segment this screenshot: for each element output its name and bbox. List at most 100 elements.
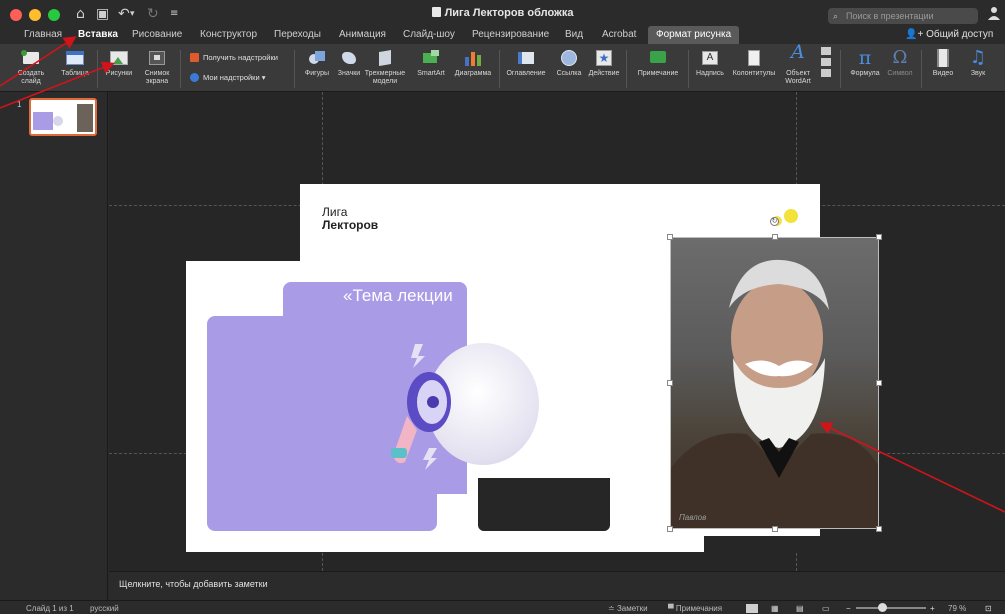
rotate-handle-icon[interactable]: ↻ [770, 217, 779, 226]
tab-draw[interactable]: Рисование [124, 26, 190, 44]
yellow-sticker [784, 209, 798, 223]
icons-label: Значки [337, 70, 361, 77]
notes-toggle[interactable]: ≐ Заметки [608, 604, 648, 613]
tab-slideshow[interactable]: Слайд-шоу [395, 26, 463, 44]
slide-editor: Лига Лекторов «Тема лекции Павлов ↻ [109, 92, 1005, 571]
get-addins-button[interactable]: Получить надстройки [190, 53, 278, 62]
new-slide-button[interactable]: Создать слайд [12, 48, 50, 86]
zoom-in-button[interactable]: + [930, 604, 935, 613]
resize-handle-se[interactable] [876, 526, 882, 532]
wordart-button[interactable]: A Объект WordArt [780, 43, 816, 86]
chart-button[interactable]: Диаграмма [451, 48, 495, 78]
tab-insert[interactable]: Вставка [70, 26, 126, 44]
comments-toggle[interactable]: ▀ Примечания [668, 604, 722, 613]
smartart-button[interactable]: SmartArt [412, 48, 450, 78]
smartart-icon [421, 48, 441, 68]
photo-signature: Павлов [679, 513, 707, 522]
zoom-out-button[interactable]: − [846, 604, 851, 613]
tab-review[interactable]: Рецензирование [464, 26, 557, 44]
resize-handle-ne[interactable] [876, 234, 882, 240]
share-button[interactable]: 👤+ Общий доступ [905, 26, 993, 44]
tab-view[interactable]: Вид [557, 26, 591, 44]
tab-design[interactable]: Конструктор [192, 26, 265, 44]
textbox-label: Надпись [696, 70, 724, 77]
3d-models-button[interactable]: Трехмерные модели [364, 48, 406, 86]
audio-button[interactable]: ♫ Звук [963, 48, 993, 78]
table-of-contents-button[interactable]: Оглавление [504, 48, 548, 78]
chart-label: Диаграмма [454, 70, 492, 77]
reading-view-button[interactable]: ▤ [796, 604, 804, 613]
slide-thumbnails-pane: 1 [0, 92, 108, 600]
smartart-label: SmartArt [417, 70, 445, 77]
object-icon [821, 69, 831, 77]
thumb-circle [53, 116, 63, 126]
ribbon-separator [180, 50, 181, 88]
search-input[interactable]: ⌕ Поиск в презентации [828, 8, 978, 24]
resize-handle-n[interactable] [772, 234, 778, 240]
lecture-topic-title[interactable]: «Тема лекции [343, 286, 467, 306]
icons-button[interactable]: Значки [334, 48, 364, 78]
screenshot-label: Снимок экрана [144, 70, 170, 85]
resize-handle-e[interactable] [876, 380, 882, 386]
my-addins-label: Мои надстройки [203, 73, 260, 82]
thumbnail-number: 1 [17, 100, 22, 109]
symbol-button[interactable]: Ω Символ [883, 48, 917, 78]
ribbon-separator [921, 50, 922, 88]
table-icon [65, 48, 85, 68]
share-icon: 👤+ [905, 29, 927, 40]
object-buttons[interactable] [818, 46, 834, 80]
textbox-button[interactable]: A Надпись [692, 48, 728, 78]
comment-button[interactable]: Примечание [632, 48, 684, 78]
portrait-drawing [671, 259, 878, 528]
zoom-level[interactable]: 79 % [948, 604, 966, 613]
icons-icon [339, 48, 359, 68]
store-icon [190, 53, 199, 62]
my-addins-button[interactable]: Мои надстройки ▾ [190, 73, 266, 82]
wordart-label: Объект WordArt [785, 70, 811, 85]
tab-animations[interactable]: Анимация [331, 26, 394, 44]
slide-count-status: Слайд 1 из 1 [26, 604, 74, 613]
fit-to-window-icon[interactable]: ⊡ [985, 604, 992, 613]
notes-pane[interactable]: Щелкните, чтобы добавить заметки [109, 571, 1005, 600]
link-button[interactable]: Ссылка [552, 48, 586, 78]
ribbon-toolbar: Создать слайд Таблица Рисунки Снимок экр… [0, 43, 1005, 92]
tab-picture-format[interactable]: Формат рисунка [648, 26, 740, 44]
slide-thumbnail[interactable] [29, 98, 97, 136]
date-time-icon [821, 47, 831, 55]
tab-acrobat[interactable]: Acrobat [594, 26, 644, 44]
language-status[interactable]: русский [90, 604, 119, 613]
comments-icon: ▀ [668, 604, 676, 613]
slide-number-icon [821, 58, 831, 66]
resize-handle-nw[interactable] [667, 234, 673, 240]
equation-button[interactable]: π Формула [845, 48, 885, 78]
new-slide-icon [21, 48, 41, 68]
tab-transitions[interactable]: Переходы [266, 26, 329, 44]
slide-sorter-button[interactable]: ▦ [771, 604, 779, 613]
notes-placeholder: Щелкните, чтобы добавить заметки [119, 579, 268, 589]
pictures-button[interactable]: Рисунки [102, 48, 136, 78]
comment-icon [648, 48, 668, 68]
pictures-label: Рисунки [105, 70, 133, 77]
audio-label: Звук [970, 70, 986, 77]
header-footer-button[interactable]: Колонтитулы [729, 48, 779, 78]
zoom-slider-thumb[interactable] [878, 603, 887, 612]
action-button[interactable]: ★ Действие [586, 48, 622, 78]
slideshow-button[interactable]: ▭ [822, 604, 830, 613]
tab-home[interactable]: Главная [16, 26, 70, 44]
powerpoint-window: ⌂ ▣ ↶ ▾ ↻ ≡ Лига Лекторов обложка ⌕ Поиск… [0, 0, 1005, 614]
portrait-photo[interactable]: Павлов [670, 237, 879, 529]
brand-line-2: Лекторов [322, 218, 379, 232]
resize-handle-sw[interactable] [667, 526, 673, 532]
zoom-slider[interactable] [856, 607, 926, 609]
resize-handle-w[interactable] [667, 380, 673, 386]
search-icon: ⌕ [833, 11, 839, 21]
table-button[interactable]: Таблица [58, 48, 92, 78]
ribbon-separator [626, 50, 627, 88]
toc-label: Оглавление [506, 70, 546, 77]
screenshot-button[interactable]: Снимок экрана [138, 48, 176, 86]
resize-handle-s[interactable] [772, 526, 778, 532]
video-button[interactable]: Видео [925, 48, 961, 78]
shapes-button[interactable]: Фигуры [300, 48, 334, 78]
account-icon[interactable] [988, 6, 1000, 20]
normal-view-button[interactable] [746, 604, 758, 613]
